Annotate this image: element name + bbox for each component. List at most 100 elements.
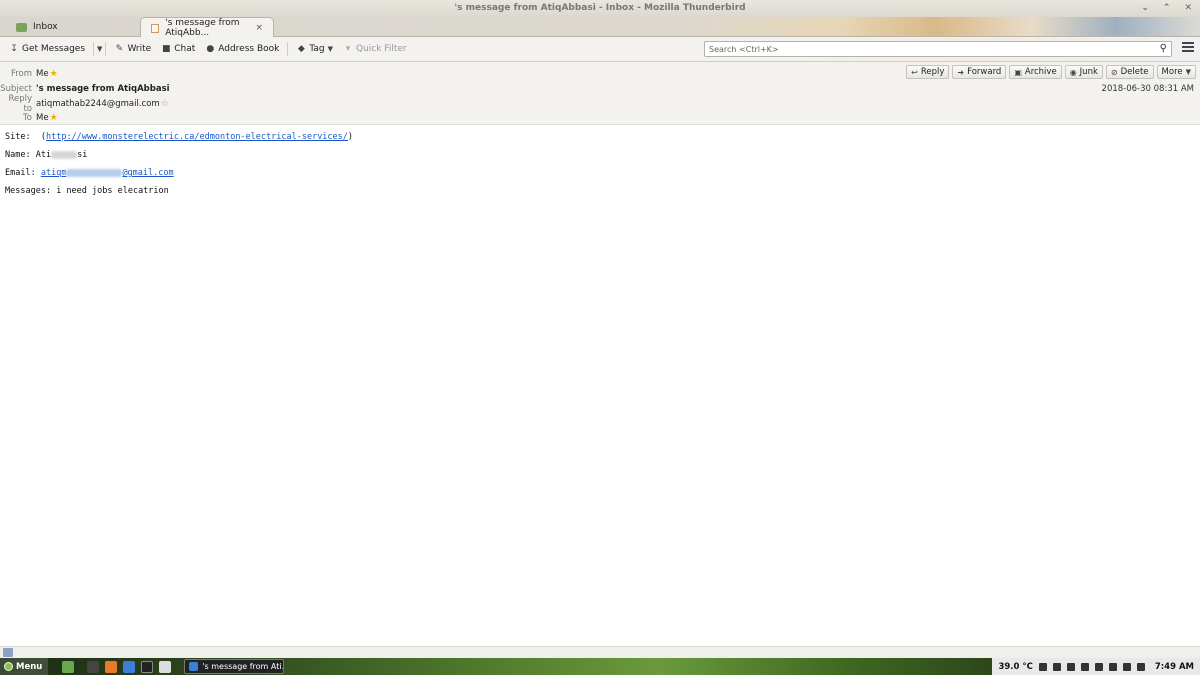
thunderbird-icon bbox=[189, 662, 199, 671]
search-placeholder: Search <Ctrl+K> bbox=[709, 44, 779, 54]
from-row: From Me ★ bbox=[0, 67, 58, 80]
subject-value: 's message from AtiqAbbasi bbox=[36, 83, 170, 94]
name-start: Ati bbox=[35, 150, 52, 160]
update-icon[interactable] bbox=[1094, 662, 1103, 671]
address-book-button[interactable]: ● Address Book bbox=[200, 39, 284, 59]
address-book-label: Address Book bbox=[218, 44, 280, 54]
archive-button[interactable]: ▣ Archive bbox=[1009, 65, 1062, 79]
messages-line: Messages: i need jobs elecatrion bbox=[5, 184, 1195, 202]
terminal-icon[interactable] bbox=[141, 660, 154, 673]
bluetooth-icon[interactable] bbox=[1122, 662, 1131, 671]
toolbar-divider bbox=[287, 42, 289, 56]
menu-label: Menu bbox=[16, 661, 43, 672]
site-label: Site: bbox=[5, 132, 31, 142]
site-close-paren: ) bbox=[347, 132, 354, 142]
status-bar bbox=[0, 646, 1200, 658]
star-outline-icon[interactable]: ☆ bbox=[161, 99, 169, 109]
text-editor-icon[interactable] bbox=[159, 660, 172, 673]
chevron-down-icon: ▼ bbox=[327, 45, 333, 53]
chat-button[interactable]: ■ Chat bbox=[156, 39, 200, 59]
forward-button[interactable]: ➜ Forward bbox=[952, 65, 1007, 79]
reply-icon: ↩ bbox=[911, 67, 918, 77]
system-tray: 39.0 °C 7:49 AM bbox=[992, 658, 1200, 675]
clock[interactable]: 7:49 AM bbox=[1155, 662, 1194, 672]
write-button[interactable]: ✎ Write bbox=[109, 39, 156, 59]
to-value[interactable]: Me bbox=[36, 113, 49, 123]
star-icon[interactable]: ★ bbox=[50, 113, 58, 123]
tab-close-icon[interactable]: × bbox=[255, 23, 263, 33]
tab-message-label: 's message from AtiqAbb... bbox=[165, 18, 240, 38]
from-value[interactable]: Me bbox=[36, 69, 49, 79]
tab-message[interactable]: 's message from AtiqAbb... × bbox=[140, 17, 274, 38]
tag-label: Tag bbox=[309, 44, 325, 54]
chevron-down-icon: ▼ bbox=[1185, 68, 1191, 76]
reply-button[interactable]: ↩ Reply bbox=[906, 65, 950, 79]
system-taskbar: Menu 's message from Ati... 39.0 °C 7:49… bbox=[0, 658, 1200, 675]
close-icon[interactable]: ✕ bbox=[1184, 0, 1192, 17]
power-icon[interactable] bbox=[1038, 662, 1047, 671]
site-line: Site: (http://www.monsterelectric.ca/edm… bbox=[5, 130, 1195, 148]
write-label: Write bbox=[127, 44, 152, 54]
envelope-icon bbox=[151, 23, 160, 33]
get-messages-label: Get Messages bbox=[22, 44, 86, 54]
inbox-icon bbox=[16, 22, 27, 32]
tab-strip: Inbox 's message from AtiqAbb... × bbox=[0, 17, 1200, 38]
activity-icon[interactable] bbox=[3, 648, 13, 657]
tab-inbox-label: Inbox bbox=[33, 22, 58, 32]
message-header: From Me ★ Subject 's message from AtiqAb… bbox=[0, 62, 1200, 125]
taskbar-window-item[interactable]: 's message from Ati... bbox=[184, 659, 285, 674]
name-line: Name: Ati si bbox=[5, 148, 1195, 166]
get-messages-dropdown-icon[interactable]: ▼ bbox=[97, 45, 102, 53]
reply-to-row: Reply to atiqmathab2244@gmail.com ☆ bbox=[0, 94, 169, 114]
person-icon: ● bbox=[206, 44, 215, 54]
archive-label: Archive bbox=[1024, 67, 1057, 77]
delete-button[interactable]: ⊘ Delete bbox=[1105, 65, 1154, 79]
display-icon[interactable] bbox=[1066, 662, 1075, 671]
email-link[interactable]: atiqm @gmail.com bbox=[41, 168, 174, 178]
window-title: 's message from AtiqAbbasi - Inbox - Moz… bbox=[454, 3, 746, 13]
mint-logo-icon bbox=[4, 662, 13, 671]
junk-button[interactable]: ◉ Junk bbox=[1064, 65, 1103, 79]
reply-to-value[interactable]: atiqmathab2244@gmail.com bbox=[36, 99, 160, 109]
pencil-icon: ✎ bbox=[115, 44, 124, 54]
messages-value: i need jobs elecatrion bbox=[56, 186, 169, 196]
main-toolbar: ↧ Get Messages ▼ ✎ Write ■ Chat ● Addres… bbox=[0, 37, 1200, 62]
show-desktop-icon[interactable] bbox=[62, 660, 75, 673]
filter-icon: ▾ bbox=[345, 44, 351, 54]
window-titlebar: 's message from AtiqAbbasi - Inbox - Moz… bbox=[0, 0, 1200, 17]
app-menu-icon[interactable] bbox=[1182, 42, 1194, 54]
user-icon[interactable] bbox=[1052, 662, 1061, 671]
get-messages-button[interactable]: ↧ Get Messages bbox=[4, 39, 90, 59]
email-line: Email: atiqm @gmail.com bbox=[5, 166, 1195, 184]
maximize-icon[interactable]: ⌃ bbox=[1163, 0, 1171, 17]
search-input[interactable]: Search <Ctrl+K> ⚲ bbox=[704, 41, 1172, 57]
message-actions: ↩ Reply ➜ Forward ▣ Archive ◉ Junk ⊘ Del… bbox=[906, 65, 1196, 79]
tag-button[interactable]: ◆ Tag ▼ bbox=[291, 39, 338, 59]
keyboard-icon[interactable] bbox=[1080, 662, 1089, 671]
thunderbird-icon[interactable] bbox=[123, 660, 136, 673]
redaction-blur bbox=[66, 168, 123, 177]
site-link[interactable]: http://www.monsterelectric.ca/edmonton-e… bbox=[46, 132, 348, 142]
file-manager-icon[interactable] bbox=[87, 660, 100, 673]
volume-icon[interactable] bbox=[1136, 662, 1145, 671]
message-date: 2018-06-30 08:31 AM bbox=[1101, 84, 1194, 94]
quick-filter-label: Quick Filter bbox=[356, 44, 407, 54]
chat-label: Chat bbox=[174, 44, 196, 54]
message-body: Site: (http://www.monsterelectric.ca/edm… bbox=[0, 126, 1200, 646]
flame-icon: ◉ bbox=[1069, 67, 1077, 77]
network-icon[interactable] bbox=[1108, 662, 1117, 671]
reply-label: Reply bbox=[920, 67, 945, 77]
search-icon[interactable]: ⚲ bbox=[1160, 43, 1167, 54]
download-icon: ↧ bbox=[10, 44, 18, 54]
minimize-icon[interactable]: ⌄ bbox=[1141, 0, 1149, 17]
tab-inbox[interactable]: Inbox bbox=[6, 17, 136, 37]
temperature-readout[interactable]: 39.0 °C bbox=[998, 662, 1032, 672]
start-menu-button[interactable]: Menu bbox=[0, 658, 49, 675]
forward-icon: ➜ bbox=[957, 67, 965, 77]
window-controls: ⌄ ⌃ ✕ bbox=[1141, 0, 1192, 17]
quick-filter-button[interactable]: ▾ Quick Filter bbox=[338, 39, 412, 59]
more-button[interactable]: More ▼ bbox=[1156, 65, 1196, 79]
firefox-icon[interactable] bbox=[105, 660, 118, 673]
delete-icon: ⊘ bbox=[1110, 67, 1118, 77]
star-icon[interactable]: ★ bbox=[50, 69, 58, 79]
